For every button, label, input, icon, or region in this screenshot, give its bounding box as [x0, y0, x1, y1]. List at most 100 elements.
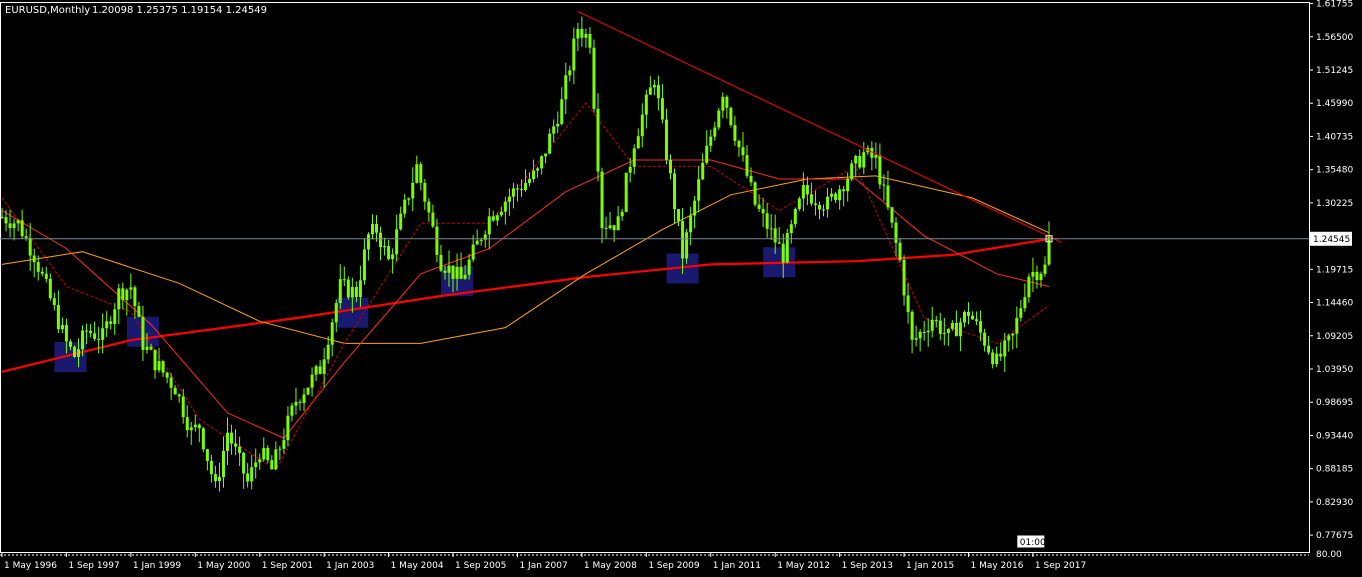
candle-body	[370, 223, 374, 235]
candle-body	[149, 346, 153, 350]
candle-body	[926, 330, 930, 333]
y-tick-label: 1.51245	[1316, 66, 1353, 76]
x-tick-label: 1 Sep 2005	[455, 561, 506, 571]
candle-body	[431, 212, 435, 227]
x-tick-label: 1 Sep 2009	[648, 561, 700, 571]
candle-body	[475, 240, 479, 245]
candle-body	[286, 415, 290, 441]
candle-body	[673, 173, 677, 210]
candle-body	[576, 28, 580, 39]
candle-body	[681, 221, 685, 259]
candle-body	[524, 182, 528, 190]
candle-body	[205, 449, 209, 461]
candle-body	[552, 126, 556, 134]
candle-body	[326, 344, 330, 360]
candle-body	[761, 208, 765, 214]
candle-body	[262, 447, 266, 460]
candle-body	[721, 96, 725, 111]
candle-body	[161, 361, 165, 373]
candle-body	[600, 171, 604, 229]
candle-body	[395, 229, 399, 255]
candle-body	[592, 47, 596, 109]
candle-body	[290, 405, 294, 416]
candle-body	[668, 159, 672, 174]
candle-body	[954, 322, 958, 337]
x-tick-label: 1 May 2004	[391, 561, 444, 571]
candle-body	[777, 242, 781, 244]
candle-body	[40, 271, 44, 274]
candle-body	[310, 374, 314, 388]
candle-body	[797, 198, 801, 209]
price-chart[interactable]: 1.61755 1.56500 1.51245 1.45990 1.40735 1.354…	[0, 0, 1362, 577]
candle-body	[1039, 273, 1043, 281]
candle-body	[745, 155, 749, 176]
candle-body	[560, 99, 564, 124]
candle-body	[375, 223, 379, 233]
chart-header-ohlc: 1.20098 1.25375 1.19154 1.24549	[92, 5, 267, 16]
candle-body	[813, 203, 817, 205]
candle-body	[971, 315, 975, 320]
candle-body	[660, 98, 664, 120]
candle-body	[407, 198, 411, 200]
y-tick-label: 0.98695	[1316, 398, 1353, 408]
candle-body	[793, 208, 797, 225]
candle-body	[1035, 272, 1039, 281]
candle-body	[28, 237, 32, 256]
candle-body	[838, 189, 842, 201]
candle-body	[685, 232, 689, 259]
candle-body	[999, 353, 1003, 357]
candle-body	[495, 215, 499, 221]
y-tick-label: 1.45990	[1316, 99, 1353, 109]
candle-body	[68, 341, 72, 347]
candle-body	[77, 349, 81, 357]
candle-body	[548, 133, 552, 154]
candle-body	[765, 213, 769, 229]
candle-body	[294, 401, 298, 406]
candle-body	[153, 349, 157, 371]
candle-body	[536, 168, 540, 171]
candle-body	[479, 239, 483, 241]
candle-body	[580, 28, 584, 38]
candle-body	[242, 452, 246, 474]
y-tick-label: 1.14460	[1316, 299, 1353, 309]
candle-body	[749, 175, 753, 183]
candle-body	[354, 286, 358, 298]
candle-body	[914, 338, 918, 340]
y-tick-label: 0.82930	[1316, 498, 1353, 508]
candle-body	[890, 207, 894, 223]
candle-body	[117, 288, 121, 310]
candle-body	[894, 222, 898, 243]
candle-body	[274, 449, 278, 470]
candle-body	[677, 209, 681, 222]
candle-body	[725, 96, 729, 108]
candle-body	[177, 394, 181, 397]
candle-body	[157, 361, 161, 371]
candle-body	[185, 417, 189, 431]
candle-body	[447, 265, 451, 273]
candle-body	[705, 145, 709, 163]
candle-body	[423, 182, 427, 202]
candle-body	[52, 298, 56, 306]
candle-body	[584, 34, 588, 38]
candle-body	[387, 246, 391, 260]
candle-body	[113, 309, 117, 324]
candle-body	[962, 311, 966, 323]
candle-body	[342, 279, 346, 281]
candle-body	[834, 193, 838, 201]
x-tick-label: 1 Jan 2011	[713, 561, 761, 571]
candle-body	[306, 387, 310, 395]
candle-body	[858, 156, 862, 168]
candle-body	[528, 179, 532, 183]
candle-body	[209, 460, 213, 475]
candle-body	[451, 265, 455, 279]
candle-body	[878, 155, 882, 185]
candle-body	[781, 243, 785, 263]
candle-body	[314, 366, 318, 375]
candle-body	[862, 152, 866, 168]
candle-body	[886, 185, 890, 208]
candle-body	[979, 321, 983, 333]
candle-body	[246, 473, 250, 482]
candle-body	[664, 119, 668, 160]
candle-body	[439, 254, 443, 271]
x-tick-label: 1 Jan 2015	[906, 561, 954, 571]
